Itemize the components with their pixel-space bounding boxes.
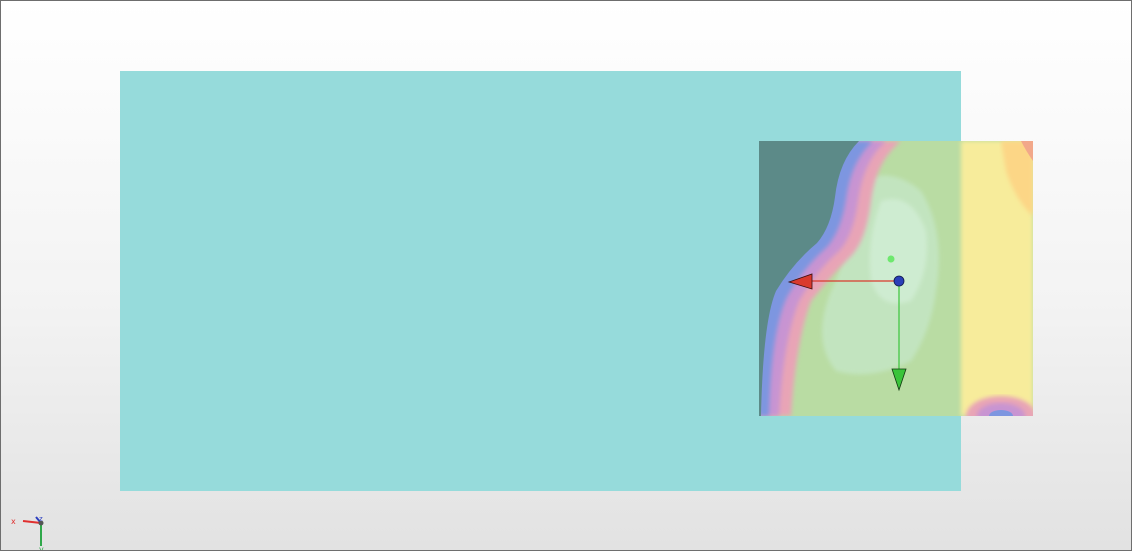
3d-viewport[interactable]: x y z (0, 0, 1132, 551)
sphere-handle-icon[interactable] (893, 275, 905, 287)
z-axis-label: z (39, 515, 43, 523)
y-axis-label: y (39, 545, 44, 551)
contour-plot[interactable] (759, 141, 1036, 436)
z-axis-handle[interactable] (887, 255, 895, 263)
x-axis-label: x (11, 517, 16, 526)
orientation-axes-widget: x y z (11, 515, 44, 551)
scene-canvas[interactable]: x y z (1, 1, 1132, 551)
